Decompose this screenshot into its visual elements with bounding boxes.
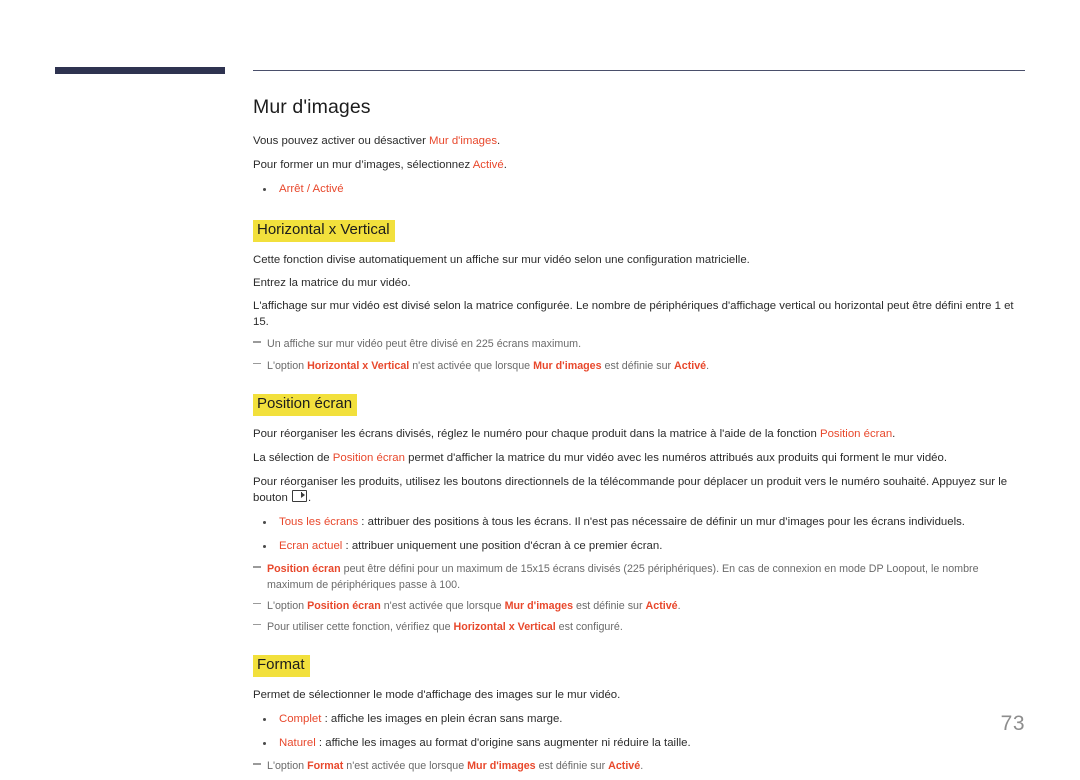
section0-notes: Un affiche sur mur vidéo peut être divis… [253, 337, 1025, 373]
page-number: 73 [1000, 712, 1025, 735]
note-term: Mur d'images [467, 760, 536, 773]
note-term: Activé [674, 359, 707, 372]
note-term: Horizontal x Vertical [307, 359, 410, 372]
option-ecran-actuel: Ecran actuel [279, 539, 343, 552]
note-text: est définie sur [573, 599, 646, 612]
note-text: Pour utiliser cette fonction, vérifiez q… [267, 620, 454, 633]
note-text: L'option [267, 599, 308, 612]
note-line: Pour utiliser cette fonction, vérifiez q… [253, 620, 1025, 635]
section2-notes: L'option Format n'est activée que lorsqu… [253, 759, 1025, 774]
section1-paragraph-1: Pour réorganiser les écrans divisés, rég… [253, 426, 1025, 442]
document-content: Mur d'images Vous pouvez activer ou désa… [253, 96, 1025, 780]
note-line: L'option Position écran n'est activée qu… [253, 599, 1025, 614]
note-line: Un affiche sur mur vidéo peut être divis… [253, 337, 1025, 352]
list-item: Tous les écrans : attribuer des position… [253, 514, 1025, 531]
term-position-ecran: Position écran [819, 427, 893, 440]
section-heading-wrap-format: Format [253, 655, 1025, 677]
note-term: Activé [608, 760, 641, 773]
s1-p2-b: permet d'afficher la matrice du mur vidé… [404, 451, 947, 464]
intro-paragraph-1: Vous pouvez activer ou désactiver Mur d'… [253, 133, 1025, 149]
note-text: n'est activée que lorsque [409, 359, 534, 372]
note-text: n'est activée que lorsque [380, 599, 505, 612]
note-text: est configuré. [555, 620, 623, 633]
note-text: peut être défini pour un maximum de 15x1… [267, 563, 979, 591]
option-naturel-desc: : affiche les images au format d'origine… [315, 736, 691, 749]
s1-p2-a: La sélection de [253, 451, 333, 464]
section-heading-wrap-position-ecran: Position écran [253, 393, 1025, 416]
note-text: L'option [267, 359, 308, 372]
note-line: L'option Format n'est activée que lorsqu… [253, 759, 1025, 774]
intro-text-2b: . [503, 159, 507, 172]
section0-paragraph-2: Entrez la matrice du mur vidéo. [253, 276, 411, 289]
term-mur-dimages: Mur d'images [429, 135, 498, 147]
note-line: Position écran peut être défini pour un … [253, 562, 1025, 592]
option-complet-desc: : affiche les images en plein écran sans… [321, 713, 563, 726]
section-title-horizontal-x-vertical: Horizontal x Vertical [253, 219, 395, 242]
option-tous-les-ecrans-desc: : attribuer des positions à tous les écr… [358, 516, 965, 529]
note-term: Format [307, 760, 344, 773]
section1-bullet-list: Tous les écrans : attribuer des position… [253, 514, 1025, 554]
option-naturel: Naturel [279, 736, 316, 749]
note-text: n'est activée que lorsque [343, 760, 468, 773]
section0-paragraph-1: Cette fonction divise automatiquement un… [253, 253, 750, 266]
note-term: Activé [645, 599, 678, 612]
note-term: Position écran [267, 563, 341, 576]
section0-paragraph-3: L'affichage sur mur vidéo est divisé sel… [253, 300, 1014, 329]
intro-bullet-list: Arrêt / Activé [253, 181, 1025, 198]
s1-p1-a: Pour réorganiser les écrans divisés, rég… [253, 427, 820, 440]
section2-bullet-list: Complet : affiche les images en plein éc… [253, 711, 1025, 751]
list-item: Naturel : affiche les images au format d… [253, 735, 1025, 752]
list-item: Ecran actuel : attribuer uniquement une … [253, 538, 1025, 555]
note-text: L'option [267, 760, 308, 773]
enter-key-icon [292, 490, 308, 503]
s1-p3-a: Pour réorganiser les produits, utilisez … [253, 475, 1008, 505]
term-position-ecran: Position écran [332, 451, 405, 464]
section-title-position-ecran: Position écran [253, 393, 358, 416]
note-line: L'option Horizontal x Vertical n'est act… [253, 359, 1025, 374]
note-text: est définie sur [535, 760, 609, 773]
header-divider-line [253, 70, 1025, 71]
option-complet: Complet [279, 713, 322, 726]
section1-notes: Position écran peut être défini pour un … [253, 562, 1025, 635]
section1-paragraph-3: Pour réorganiser les produits, utilisez … [253, 474, 1025, 506]
option-arret-active: Arrêt / Activé [279, 183, 344, 196]
section1-paragraph-2: La sélection de Position écran permet d'… [253, 450, 1025, 466]
option-ecran-actuel-desc: : attribuer uniquement une position d'éc… [342, 539, 663, 552]
term-active: Activé [472, 159, 504, 172]
intro-text-2a: Pour former un mur d’images, sélectionne… [253, 159, 473, 172]
section-title-format: Format [253, 655, 310, 677]
option-tous-les-ecrans: Tous les écrans [279, 516, 359, 529]
note-term: Mur d'images [533, 359, 602, 372]
note-term: Horizontal x Vertical [453, 620, 556, 633]
page-title: Mur d'images [253, 96, 371, 118]
list-item: Arrêt / Activé [253, 181, 1025, 198]
note-term: Position écran [307, 599, 381, 612]
note-term: Mur d'images [504, 599, 574, 612]
note-text: . [706, 359, 710, 372]
header-accent-bar [55, 67, 225, 74]
note-text: . [640, 760, 644, 773]
list-item: Complet : affiche les images en plein éc… [253, 711, 1025, 728]
note-text: est définie sur [601, 359, 675, 372]
intro-text-1b: . [497, 135, 501, 147]
intro-text-1a: Vous pouvez activer ou désactiver [253, 135, 430, 147]
intro-paragraph-2: Pour former un mur d’images, sélectionne… [253, 157, 1025, 173]
section2-paragraph-1: Permet de sélectionner le mode d'afficha… [253, 688, 621, 701]
s1-p1-b: . [892, 427, 896, 440]
note-text: Un affiche sur mur vidéo peut être divis… [267, 338, 582, 351]
section-heading-wrap-horizontal-vertical: Horizontal x Vertical [253, 219, 1025, 242]
note-text: . [677, 599, 681, 612]
s1-p3-b: . [308, 492, 312, 505]
